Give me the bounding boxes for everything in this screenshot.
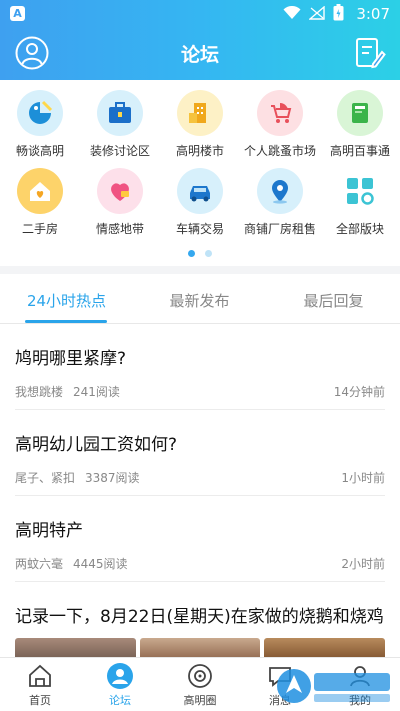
post-time: 1小时前: [341, 471, 385, 485]
section-divider: [0, 266, 400, 274]
heart-icon: [97, 168, 143, 214]
wifi-icon: [283, 5, 301, 24]
category-label: 全部版块: [335, 222, 384, 236]
category-label: 车辆交易: [175, 222, 224, 236]
category-all-sections[interactable]: 全部版块: [320, 168, 400, 237]
battery-icon: [333, 3, 344, 25]
status-icons: 3:07: [283, 3, 390, 25]
category-label: 商铺厂房租售: [243, 222, 316, 236]
forum-icon: [106, 662, 134, 690]
house-heart-icon: [17, 168, 63, 214]
post-title: 鸠明哪里紧摩?: [15, 349, 127, 369]
app-notification-icon: A: [10, 6, 25, 21]
app-header: A 3:07 论坛: [0, 0, 400, 80]
book-icon: [337, 90, 383, 136]
post-time: 14分钟前: [333, 385, 385, 399]
nav-forum[interactable]: 论坛: [80, 662, 160, 708]
post-item[interactable]: 高明幼儿园工资如何? 尾子、紧扣 3387阅读 1小时前: [15, 430, 385, 496]
nav-label: 首页: [29, 694, 51, 707]
category-label: 装修讨论区: [89, 144, 150, 158]
home-icon: [26, 662, 54, 690]
post-author: 两蚊六毫: [15, 557, 64, 571]
clock-time: 3:07: [356, 5, 390, 23]
nav-circle[interactable]: 高明圈: [160, 662, 240, 708]
active-tab-indicator: [25, 320, 107, 323]
toolbox-icon: [97, 90, 143, 136]
post-title: 高明特产: [15, 521, 83, 541]
post-tabs: 24小时热点 最新发布 最后回复: [0, 274, 400, 324]
category-shops-factories[interactable]: 商铺厂房租售: [240, 168, 320, 237]
stroller-icon: [257, 90, 303, 136]
page-title: 论坛: [180, 44, 219, 66]
pager-dot[interactable]: [205, 250, 212, 257]
title-bar: 论坛: [0, 30, 400, 78]
category-changtan[interactable]: 畅谈高明: [0, 90, 80, 159]
tab-latest[interactable]: 最新发布: [133, 290, 266, 311]
post-read-count: 241阅读: [73, 385, 120, 399]
tab-last-reply[interactable]: 最后回复: [267, 290, 400, 311]
category-vehicles[interactable]: 车辆交易: [160, 168, 240, 237]
post-time: 2小时前: [341, 557, 385, 571]
post-read-count: 4445阅读: [73, 557, 128, 571]
category-realestate[interactable]: 高明楼市: [160, 90, 240, 159]
category-label: 高明百事通: [329, 144, 390, 158]
post-title: 高明幼儿园工资如何?: [15, 435, 178, 455]
nav-home[interactable]: 首页: [0, 662, 80, 708]
category-label: 高明楼市: [175, 144, 224, 158]
post-title: 记录一下，8月22日(星期天)在家做的烧鹅和烧鸡: [15, 607, 384, 627]
post-item[interactable]: 鸠明哪里紧摩? 我想跳楼 241阅读 14分钟前: [15, 344, 385, 410]
post-meta: 尾子、紧扣 3387阅读 1小时前: [15, 469, 385, 485]
building-icon: [177, 90, 223, 136]
category-label: 二手房: [21, 222, 58, 236]
category-label: 畅谈高明: [15, 144, 64, 158]
category-label: 个人跳蚤市场: [243, 144, 316, 158]
watermark-logo: [274, 663, 394, 709]
circle-icon: [186, 662, 214, 690]
edit-note-icon: [356, 38, 386, 69]
post-item[interactable]: 记录一下，8月22日(星期天)在家做的烧鹅和烧鸡: [15, 602, 385, 632]
post-meta: 我想跳楼 241阅读 14分钟前: [15, 383, 385, 399]
category-romance[interactable]: 情感地带: [80, 168, 160, 237]
location-pin-icon: [257, 168, 303, 214]
post-read-count: 3387阅读: [85, 471, 140, 485]
pager-dot-active[interactable]: [188, 250, 195, 257]
category-info[interactable]: 高明百事通: [320, 90, 400, 159]
fish-chat-icon: [17, 90, 63, 136]
nav-label: 论坛: [109, 694, 131, 707]
post-author: 我想跳楼: [15, 385, 64, 399]
signal-icon: [308, 4, 326, 24]
category-label: 情感地带: [95, 222, 144, 236]
category-flea-market[interactable]: 个人跳蚤市场: [240, 90, 320, 159]
new-post-button[interactable]: [352, 36, 386, 70]
category-second-hand-house[interactable]: 二手房: [0, 168, 80, 237]
grid-icon: [337, 168, 383, 214]
status-bar: A 3:07: [0, 0, 400, 28]
post-item[interactable]: 高明特产 两蚊六毫 4445阅读 2小时前: [15, 516, 385, 582]
post-author: 尾子、紧扣: [15, 471, 76, 485]
nav-label: 高明圈: [183, 694, 217, 707]
category-pager[interactable]: [0, 250, 400, 257]
car-icon: [177, 168, 223, 214]
tab-24h-hot[interactable]: 24小时热点: [0, 290, 133, 311]
post-meta: 两蚊六毫 4445阅读 2小时前: [15, 555, 385, 571]
category-renovation[interactable]: 装修讨论区: [80, 90, 160, 159]
